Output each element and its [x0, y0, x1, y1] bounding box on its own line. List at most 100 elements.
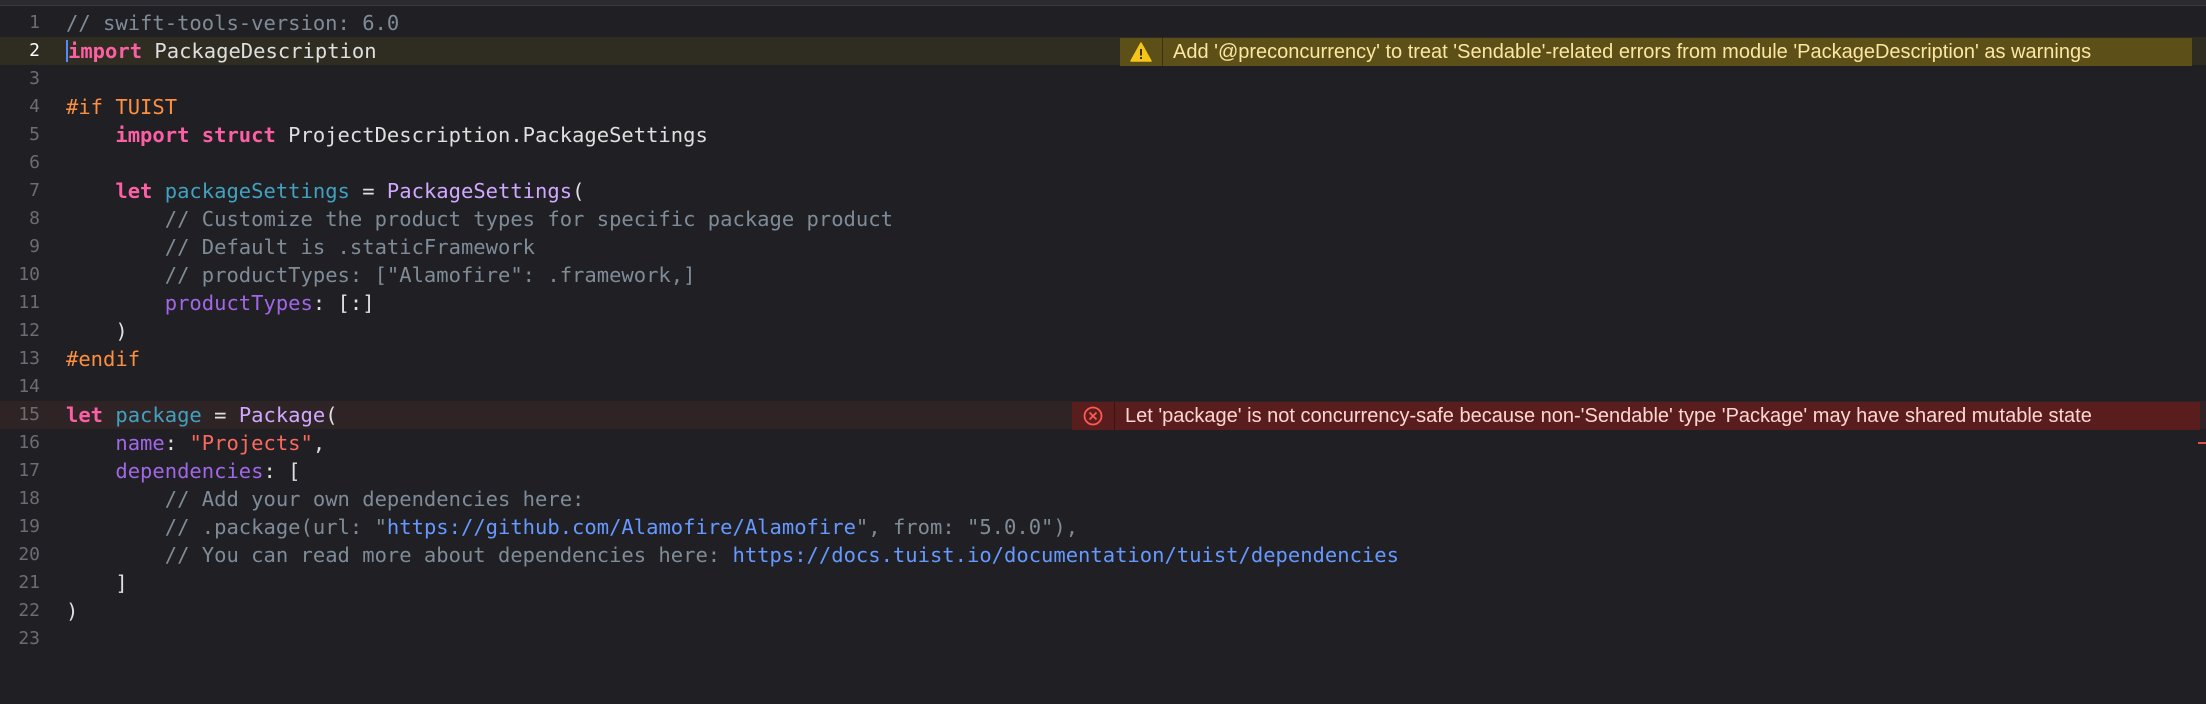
code-token: name: [115, 431, 165, 455]
code-token: import: [68, 39, 143, 63]
code-text[interactable]: // .package(url: "https://github.com/Ala…: [66, 513, 1078, 541]
code-text[interactable]: #endif: [66, 345, 140, 373]
code-line[interactable]: 23: [0, 625, 2206, 653]
code-text[interactable]: import struct ProjectDescription.Package…: [66, 121, 708, 149]
code-line[interactable]: 4 #if TUIST: [0, 93, 2206, 121]
code-text[interactable]: // productTypes: ["Alamofire": .framewor…: [66, 261, 696, 289]
code-line[interactable]: 16 name: "Projects",: [0, 429, 2206, 457]
code-line[interactable]: 12 ): [0, 317, 2206, 345]
error-annotation[interactable]: Let 'package' is not concurrency-safe be…: [1072, 402, 2200, 430]
code-token: ", from: "5.0.0"),: [855, 515, 1079, 539]
line-number: 6: [29, 152, 40, 173]
error-message: Let 'package' is not concurrency-safe be…: [1125, 405, 2092, 427]
line-number: 15: [18, 404, 40, 425]
line-number: 8: [29, 208, 40, 229]
code-token: #endif: [66, 347, 141, 371]
warning-message: Add '@preconcurrency' to treat 'Sendable…: [1173, 41, 2092, 63]
code-line[interactable]: 14: [0, 373, 2206, 401]
code-token: // You can read more about dependencies …: [164, 543, 733, 567]
code-text[interactable]: ): [66, 317, 128, 345]
code-text[interactable]: name: "Projects",: [66, 429, 325, 457]
code-line[interactable]: 9 // Default is .staticFramework: [0, 233, 2206, 261]
code-token: "Projects": [189, 431, 313, 455]
code-text[interactable]: // swift-tools-version: 6.0: [66, 9, 399, 37]
code-token: : [:]: [312, 291, 375, 315]
code-text[interactable]: dependencies: [: [66, 457, 301, 485]
warning-annotation[interactable]: Add '@preconcurrency' to treat 'Sendable…: [1120, 38, 2192, 66]
line-number: 10: [18, 264, 40, 285]
line-number: 13: [18, 348, 40, 369]
code-text[interactable]: // Add your own dependencies here:: [66, 485, 585, 513]
code-line[interactable]: 18 // Add your own dependencies here:: [0, 485, 2206, 513]
code-line[interactable]: 19 // .package(url: "https://github.com/…: [0, 513, 2206, 541]
code-text[interactable]: ): [66, 597, 78, 625]
code-text[interactable]: // Customize the product types for speci…: [66, 205, 893, 233]
code-line[interactable]: 7 let packageSettings = PackageSettings(: [0, 177, 2206, 205]
code-token[interactable]: https://docs.tuist.io/documentation/tuis…: [732, 543, 1398, 567]
line-number: 2: [29, 40, 40, 61]
code-text[interactable]: let packageSettings = PackageSettings(: [66, 177, 584, 205]
code-token: // .package(url: ": [164, 515, 387, 539]
code-token: ProjectDescription.PackageSettings: [275, 123, 708, 147]
code-text[interactable]: ]: [66, 569, 128, 597]
code-line[interactable]: 17 dependencies: [: [0, 457, 2206, 485]
code-line[interactable]: 10 // productTypes: ["Alamofire": .frame…: [0, 261, 2206, 289]
line-number: 22: [18, 600, 40, 621]
line-number: 20: [18, 544, 40, 565]
code-line[interactable]: 11 productTypes: [:]: [0, 289, 2206, 317]
line-number: 14: [18, 376, 40, 397]
code-token: // Customize the product types for speci…: [164, 207, 893, 231]
code-token: ]: [66, 571, 128, 595]
code-line[interactable]: 3: [0, 65, 2206, 93]
text-cursor: [66, 40, 68, 62]
source-editor[interactable]: 1 // swift-tools-version: 6.0 2 import Pack…: [0, 0, 2206, 704]
error-circle-x-icon: [1072, 402, 1115, 430]
code-text[interactable]: let package = Package(: [66, 401, 338, 429]
code-token: let: [66, 403, 104, 427]
code-line[interactable]: 1 // swift-tools-version: 6.0: [0, 9, 2206, 37]
code-token: PackageSettings: [386, 179, 573, 203]
code-token: productTypes: [164, 291, 313, 315]
code-line[interactable]: 21 ]: [0, 569, 2206, 597]
code-token: let: [115, 179, 153, 203]
code-line[interactable]: 22): [0, 597, 2206, 625]
code-token: ): [66, 319, 128, 343]
code-text[interactable]: #if TUIST: [66, 93, 177, 121]
code-line[interactable]: 20 // You can read more about dependenci…: [0, 541, 2206, 569]
line-number: 18: [18, 488, 40, 509]
code-token: :: [164, 431, 190, 455]
code-line[interactable]: 5 import struct ProjectDescription.Packa…: [0, 121, 2206, 149]
code-token: // swift-tools-version: 6.0: [66, 11, 400, 35]
code-token[interactable]: https://github.com/Alamofire/Alamofire: [387, 515, 856, 539]
code-token: import struct: [115, 123, 276, 147]
code-line[interactable]: 8 // Customize the product types for spe…: [0, 205, 2206, 233]
code-line[interactable]: 13 #endif: [0, 345, 2206, 373]
code-text[interactable]: // You can read more about dependencies …: [66, 541, 1399, 569]
code-token: : [: [263, 459, 301, 483]
line-number: 11: [18, 292, 40, 313]
line-number: 5: [29, 124, 40, 145]
code-token: ,: [312, 431, 326, 455]
line-number: 21: [18, 572, 40, 593]
code-token: Package: [238, 403, 326, 427]
line-number: 17: [18, 460, 40, 481]
line-number: 1: [29, 12, 40, 33]
code-text[interactable]: import PackageDescription: [66, 37, 377, 65]
code-text[interactable]: productTypes: [:]: [66, 289, 375, 317]
code-token: package: [115, 403, 202, 427]
code-text[interactable]: // Default is .staticFramework: [66, 233, 535, 261]
code-token: // Default is .staticFramework: [164, 235, 536, 259]
editor-top-border: [0, 0, 2206, 6]
code-line[interactable]: 6: [0, 149, 2206, 177]
line-number: 12: [18, 320, 40, 341]
